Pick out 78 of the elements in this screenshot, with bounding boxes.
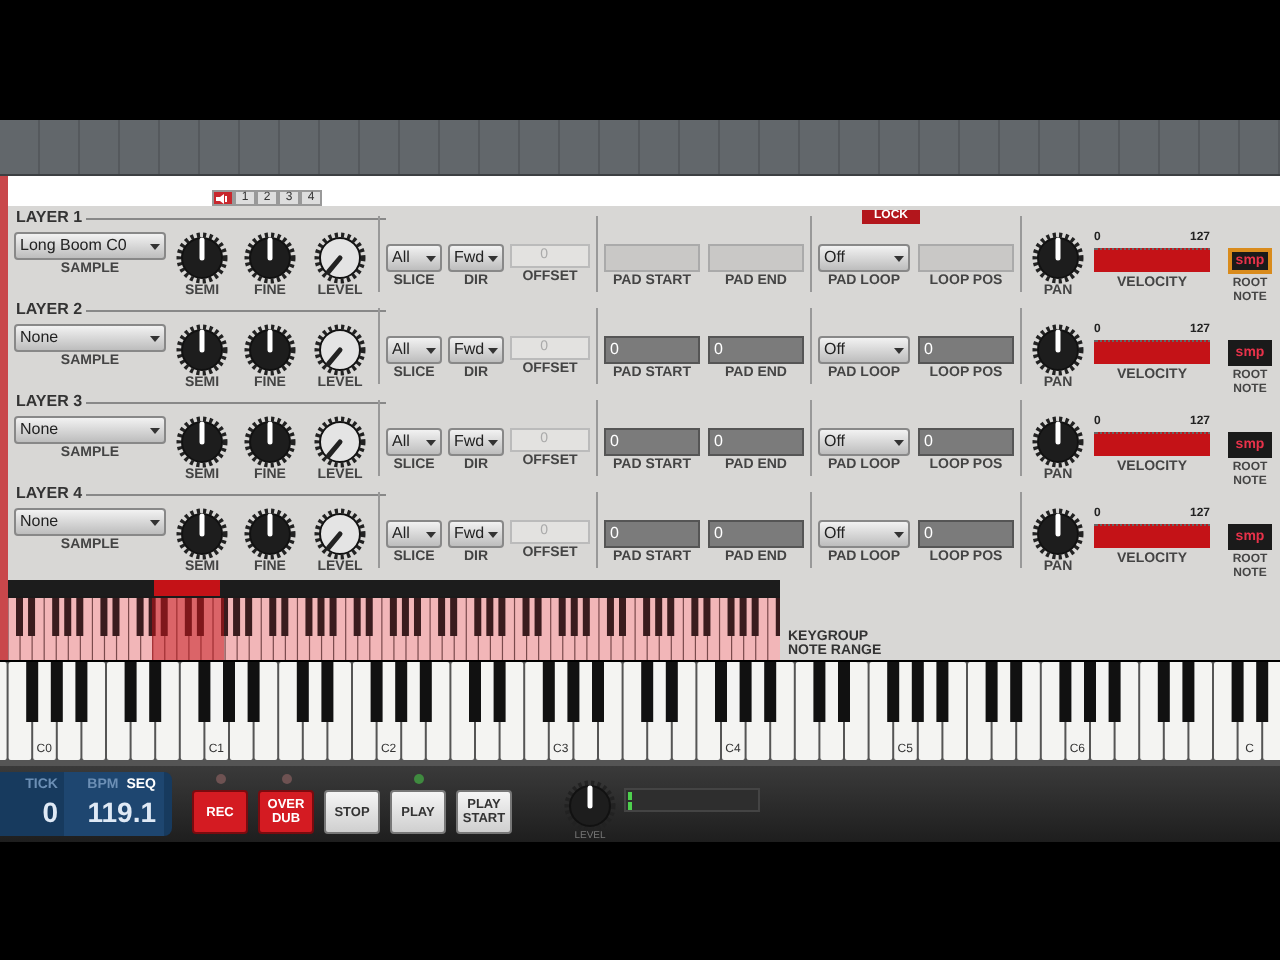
dropdown[interactable]: Off <box>818 428 910 457</box>
layer-title: LAYER 2 <box>16 298 83 323</box>
dropdown[interactable]: Fwd <box>448 428 504 457</box>
knob[interactable] <box>176 232 228 285</box>
knob[interactable] <box>176 416 228 469</box>
keygroup-keyboard-drawing[interactable] <box>8 580 780 660</box>
caret-icon <box>894 347 904 354</box>
knob[interactable] <box>176 324 228 377</box>
speaker-icon <box>216 193 230 204</box>
piano-keyboard-drawing[interactable] <box>0 662 1280 762</box>
level-knob[interactable] <box>564 779 616 831</box>
knob[interactable] <box>244 416 296 469</box>
knob[interactable] <box>1032 416 1084 469</box>
velocity-range-bar[interactable] <box>1094 524 1210 549</box>
caret-icon <box>150 427 160 434</box>
value-field[interactable]: 0 <box>604 336 700 365</box>
velocity-range-bar[interactable] <box>1094 340 1210 365</box>
tick-value: 0 <box>42 796 58 828</box>
layer-tab[interactable] <box>212 190 234 207</box>
field-value: 0 <box>610 524 619 543</box>
field-value: 0 <box>924 524 933 543</box>
field-value: 0 <box>610 432 619 451</box>
dropdown[interactable]: None <box>14 508 166 537</box>
dropdown[interactable]: All <box>386 520 442 549</box>
knob[interactable] <box>314 508 366 561</box>
velocity-range-bar[interactable] <box>1094 432 1210 457</box>
field-value: 0 <box>714 340 723 359</box>
caret-icon <box>150 243 160 250</box>
dropdown[interactable]: All <box>386 428 442 457</box>
value-field[interactable]: 0 <box>918 428 1014 457</box>
dropdown[interactable]: None <box>14 324 166 353</box>
caret-icon <box>150 335 160 342</box>
knob[interactable] <box>314 232 366 285</box>
field-value: 0 <box>924 432 933 451</box>
knob[interactable] <box>176 508 228 561</box>
caret-icon <box>894 439 904 446</box>
knob[interactable] <box>1032 232 1084 285</box>
dropdown[interactable]: All <box>386 336 442 365</box>
knob[interactable] <box>244 232 296 285</box>
layer-title: LAYER 4 <box>16 482 83 507</box>
dropdown[interactable]: Fwd <box>448 520 504 549</box>
dropdown[interactable]: Off <box>818 336 910 365</box>
value-field[interactable]: 0 <box>708 336 804 365</box>
field-value: 0 <box>610 340 619 359</box>
caret-icon <box>894 255 904 262</box>
dropdown[interactable]: None <box>14 416 166 445</box>
field-value: 0 <box>714 524 723 543</box>
caret-icon <box>426 347 436 354</box>
layer-title: LAYER 3 <box>16 390 83 415</box>
level-meter <box>624 788 760 812</box>
caret-icon <box>426 531 436 538</box>
value-field[interactable]: 0 <box>604 520 700 549</box>
caret-icon <box>426 255 436 262</box>
knob[interactable] <box>1032 508 1084 561</box>
field-value: 0 <box>714 432 723 451</box>
knob[interactable] <box>314 324 366 377</box>
caret-icon <box>488 255 498 262</box>
bpm-value: 119.1 <box>87 796 156 828</box>
layer-title: LAYER 1 <box>16 206 83 231</box>
value-field[interactable]: 0 <box>708 520 804 549</box>
caret-icon <box>426 439 436 446</box>
caret-icon <box>488 439 498 446</box>
velocity-range-bar[interactable] <box>1094 248 1210 273</box>
knob[interactable] <box>244 324 296 377</box>
caret-icon <box>150 519 160 526</box>
value-field[interactable]: 0 <box>708 428 804 457</box>
caret-icon <box>488 347 498 354</box>
value-field[interactable]: 0 <box>918 520 1014 549</box>
value-field[interactable]: 0 <box>918 336 1014 365</box>
value-field[interactable]: 0 <box>604 428 700 457</box>
dropdown[interactable]: Off <box>818 520 910 549</box>
dropdown[interactable]: Fwd <box>448 336 504 365</box>
caret-icon <box>488 531 498 538</box>
caret-icon <box>894 531 904 538</box>
knob[interactable] <box>314 416 366 469</box>
field-value: 0 <box>924 340 933 359</box>
knob[interactable] <box>244 508 296 561</box>
knob[interactable] <box>1032 324 1084 377</box>
